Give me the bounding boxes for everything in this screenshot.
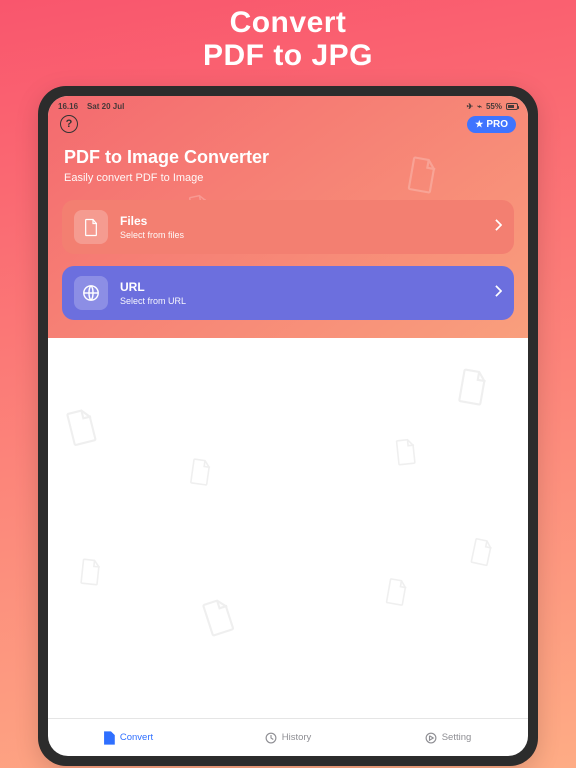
play-circle-icon	[425, 731, 437, 745]
file-filled-icon	[103, 731, 115, 745]
page-title: PDF to Image Converter	[48, 135, 528, 168]
app-screen: 16.16 Sat 20 Jul ✈ ⌁ 55% ?	[48, 96, 528, 756]
file-ghost-icon	[76, 557, 103, 592]
top-row: ? ★ PRO	[48, 111, 528, 135]
pro-label: PRO	[486, 119, 508, 130]
file-ghost-icon	[403, 154, 441, 197]
clock-icon	[265, 731, 277, 745]
help-button[interactable]: ?	[60, 115, 78, 133]
file-ghost-icon	[61, 405, 102, 454]
tab-setting[interactable]: Setting	[368, 719, 528, 756]
pro-badge-button[interactable]: ★ PRO	[467, 116, 516, 133]
question-icon: ?	[66, 118, 73, 130]
status-right: ✈ ⌁ 55%	[466, 102, 518, 111]
file-ghost-icon	[453, 366, 492, 414]
promo-headline: Convert PDF to JPG	[0, 6, 576, 72]
file-ghost-icon	[392, 437, 419, 472]
tab-bar: Convert History Setting	[48, 718, 528, 756]
battery-icon	[506, 103, 518, 110]
status-time: 16.16	[58, 102, 78, 111]
file-icon	[74, 210, 108, 244]
files-card-text: Files Select from files	[120, 214, 483, 240]
promo-line1: Convert	[0, 6, 576, 39]
url-card-subtitle: Select from URL	[120, 296, 483, 306]
url-card[interactable]: URL Select from URL	[62, 266, 514, 320]
tab-setting-label: Setting	[442, 732, 472, 743]
tab-history[interactable]: History	[208, 719, 368, 756]
chevron-right-icon	[495, 218, 502, 236]
wifi-icon: ⌁	[477, 102, 482, 111]
body-area	[48, 338, 528, 718]
file-ghost-icon	[197, 594, 241, 645]
app-store-promo-frame: Convert PDF to JPG 16.16 Sat 20 Jul ✈ ⌁ …	[0, 0, 576, 768]
input-source-cards: Files Select from files URL	[48, 200, 528, 320]
files-card-subtitle: Select from files	[120, 230, 483, 240]
page-subtitle: Easily convert PDF to Image	[48, 168, 528, 204]
hero-section: 16.16 Sat 20 Jul ✈ ⌁ 55% ?	[48, 96, 528, 338]
promo-line2: PDF to JPG	[0, 39, 576, 72]
status-bar: 16.16 Sat 20 Jul ✈ ⌁ 55%	[48, 100, 528, 111]
url-card-text: URL Select from URL	[120, 280, 483, 306]
files-card-title: Files	[120, 214, 483, 228]
tab-convert[interactable]: Convert	[48, 719, 208, 756]
status-date: Sat 20 Jul	[87, 102, 124, 111]
status-left: 16.16 Sat 20 Jul	[58, 102, 124, 111]
tab-history-label: History	[282, 732, 312, 743]
tab-convert-label: Convert	[120, 732, 153, 743]
file-ghost-icon	[466, 536, 496, 573]
battery-percent: 55%	[486, 102, 502, 111]
chevron-right-icon	[495, 284, 502, 302]
airplane-icon: ✈	[466, 102, 473, 111]
file-ghost-icon	[186, 456, 214, 492]
globe-icon	[74, 276, 108, 310]
url-card-title: URL	[120, 280, 483, 294]
star-icon: ★	[475, 119, 483, 130]
tablet-bezel: 16.16 Sat 20 Jul ✈ ⌁ 55% ?	[38, 86, 538, 766]
file-ghost-icon	[381, 576, 410, 613]
files-card[interactable]: Files Select from files	[62, 200, 514, 254]
